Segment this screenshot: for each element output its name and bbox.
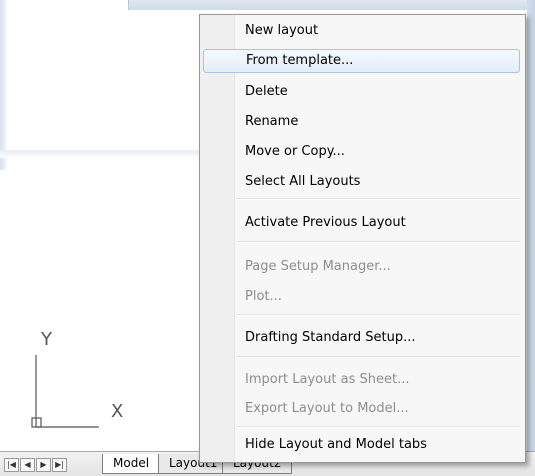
menu-separator [237, 356, 520, 358]
menu-item-activate-previous-layout[interactable]: Activate Previous Layout [203, 211, 520, 235]
window-frame-left [0, 0, 6, 170]
menu-item-new-layout[interactable]: New layout [203, 19, 520, 43]
ucs-icon: Y X [24, 330, 134, 440]
next-tab-button[interactable]: ▶ [36, 458, 51, 472]
menu-item-export-layout-to-model: Export Layout to Model... [245, 401, 409, 416]
tab-nav-buttons: |◀ ◀ ▶ ▶| [4, 458, 67, 472]
window-frame-right [527, 0, 535, 475]
menu-item-page-setup-manager: Page Setup Manager... [245, 259, 391, 274]
menu-item-move-or-copy[interactable]: Move or Copy... [203, 140, 520, 164]
window-frame-shadow [0, 150, 202, 158]
menu-item-rename[interactable]: Rename [203, 110, 520, 134]
last-tab-button[interactable]: ▶| [52, 458, 67, 472]
ucs-y-label: Y [41, 329, 52, 350]
menu-separator [237, 314, 520, 316]
layout-context-menu: New layout From template... Delete Renam… [199, 14, 526, 463]
menu-separator [237, 241, 520, 243]
menu-separator [237, 198, 520, 200]
ucs-x-label: X [111, 401, 124, 422]
menu-item-plot: Plot... [245, 289, 282, 304]
first-tab-button[interactable]: |◀ [4, 458, 19, 472]
menu-item-hide-layout-and-model-tabs[interactable]: Hide Layout and Model tabs [203, 433, 520, 457]
tab-model[interactable]: Model [102, 454, 161, 474]
menu-item-from-template[interactable]: From template... [203, 49, 520, 73]
menu-item-select-all-layouts[interactable]: Select All Layouts [203, 170, 520, 194]
menu-item-drafting-standard-setup[interactable]: Drafting Standard Setup... [203, 326, 520, 350]
menu-item-delete[interactable]: Delete [203, 80, 520, 104]
prev-tab-button[interactable]: ◀ [20, 458, 35, 472]
menu-separator [237, 426, 520, 428]
window-frame-top [128, 0, 535, 10]
menu-item-import-layout-as-sheet: Import Layout as Sheet... [245, 372, 410, 387]
